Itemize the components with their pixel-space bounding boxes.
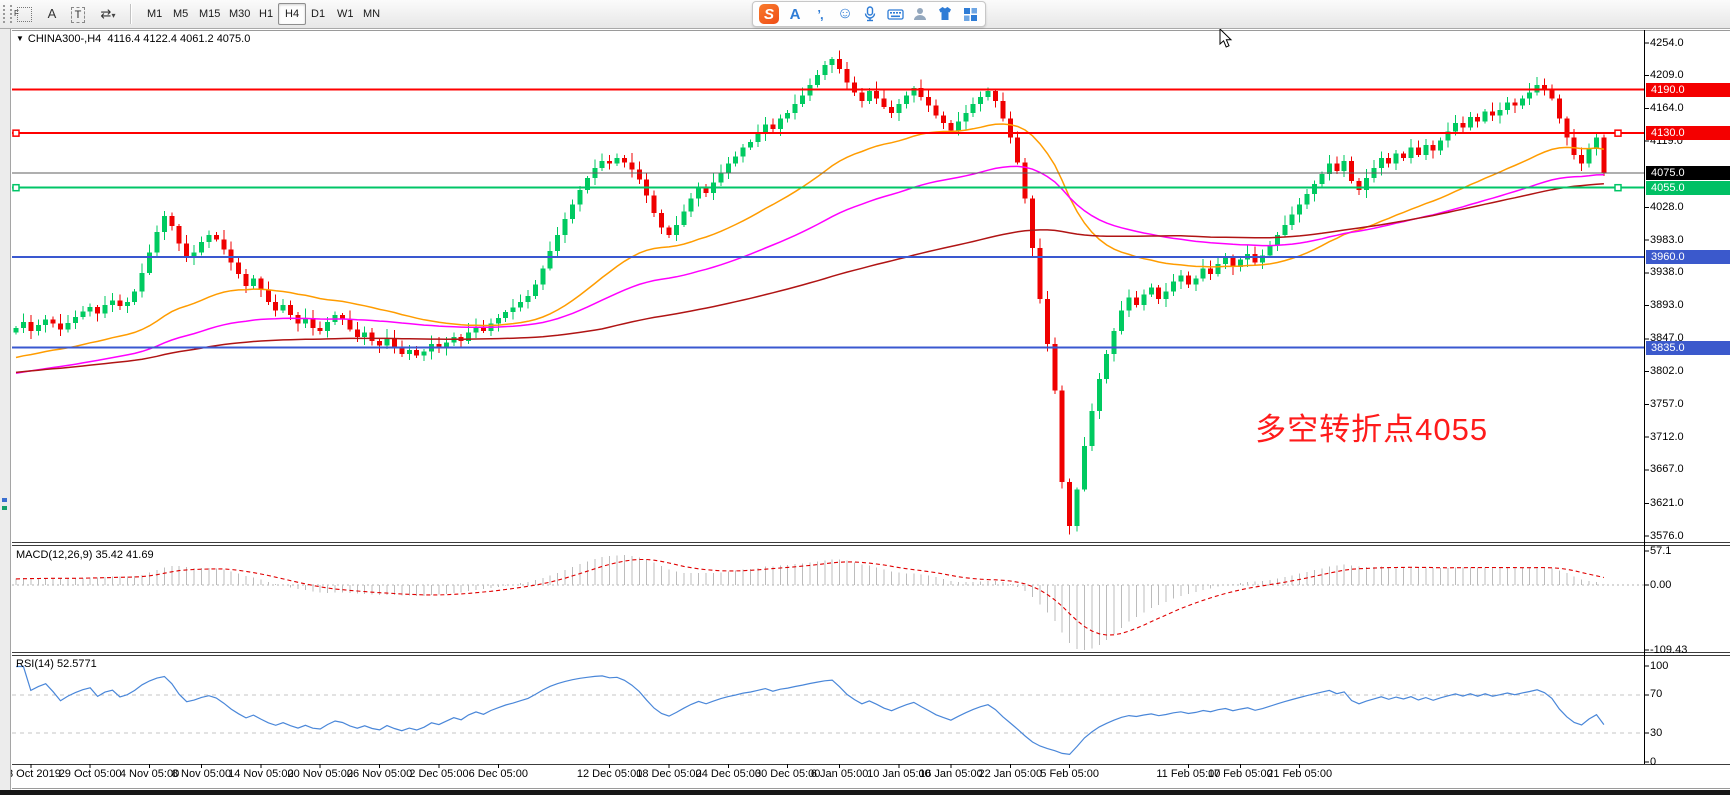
toolbar-drag-handle[interactable] (3, 5, 12, 23)
hline-handle-4130[interactable] (13, 130, 19, 136)
y-axis-label: 3983.0 (1650, 234, 1728, 247)
sogou-input-bar: S A ’, ☺ (752, 1, 986, 27)
macd-axis-label: 57.1 (1650, 545, 1728, 558)
timeframe-button-MN[interactable]: MN (356, 3, 387, 25)
minimized-window-marker[interactable] (2, 506, 7, 510)
skin-icon[interactable] (936, 5, 954, 23)
rsi-axis-label: 100 (1650, 660, 1728, 673)
emoji-icon[interactable]: ☺ (836, 5, 854, 23)
y-axis-label: 3802.0 (1650, 365, 1728, 378)
rsi-axis-label: 0 (1650, 756, 1728, 769)
chart-text-annotation[interactable]: 多空转折点4055 (1255, 404, 1488, 449)
chart-grid-icon[interactable]: F (12, 3, 36, 25)
y-axis-label: 3757.0 (1650, 398, 1728, 411)
macd-indicator-label: MACD(12,26,9) 35.42 41.69 (16, 549, 154, 561)
x-axis-label: 21 Feb 05:00 (1255, 768, 1345, 781)
rsi-axis-label: 70 (1650, 688, 1728, 701)
price-badge-4075: 4075.0 (1646, 166, 1730, 180)
keyboard-icon[interactable] (886, 5, 904, 23)
x-axis-label: 5 Feb 05:00 (1025, 768, 1115, 781)
apps-grid-icon[interactable] (961, 5, 979, 23)
timeframe-button-M1[interactable]: M1 (140, 3, 169, 25)
y-axis-label: 4028.0 (1650, 201, 1728, 214)
macd-axis-label: 0.00 (1650, 579, 1728, 592)
symbol-timeframe: CHINA300-,H4 (28, 33, 101, 45)
toolbar-separator (130, 4, 132, 24)
price-badge-4130: 4130.0 (1646, 126, 1730, 140)
macd-axis-label: -109.43 (1650, 644, 1728, 657)
font-icon[interactable]: A (40, 3, 64, 25)
y-axis-label: 3938.0 (1650, 266, 1728, 279)
y-axis-label: 3576.0 (1650, 530, 1728, 543)
microphone-icon[interactable] (861, 5, 879, 23)
mt4-terminal: F A T ⇄▾ M1M5M15M30H1H4D1W1MN S A ’, ☺ (0, 0, 1730, 795)
hline-handle-4055[interactable] (13, 185, 19, 191)
timeframe-button-H4[interactable]: H4 (278, 3, 306, 25)
rsi-axis-label: 30 (1650, 727, 1728, 740)
text-label-icon[interactable]: T (66, 3, 90, 25)
mouse-cursor-icon (1219, 29, 1233, 54)
price-badge-4055: 4055.0 (1646, 181, 1730, 195)
hline-handle-4055[interactable] (1615, 185, 1621, 191)
timeframe-button-D1[interactable]: D1 (304, 3, 332, 25)
chart-title: ▼ CHINA300-,H4 4116.4 4122.4 4061.2 4075.… (16, 33, 250, 45)
y-axis-label: 3621.0 (1650, 497, 1728, 510)
timeframe-button-H1[interactable]: H1 (252, 3, 280, 25)
ohlc-readout: 4116.4 4122.4 4061.2 4075.0 (107, 33, 250, 45)
price-badge-3835: 3835.0 (1646, 341, 1730, 355)
arrange-windows-icon[interactable]: ⇄▾ (92, 3, 124, 25)
y-axis-label: 3893.0 (1650, 299, 1728, 312)
y-axis-label: 4254.0 (1650, 37, 1728, 50)
y-axis-label: 3712.0 (1650, 431, 1728, 444)
sogou-logo[interactable]: S (759, 4, 779, 24)
price-badge-4190: 4190.0 (1646, 83, 1730, 97)
chart-canvas[interactable] (0, 0, 1730, 795)
symbol-dropdown-icon[interactable]: ▼ (16, 34, 24, 43)
y-axis-label: 3667.0 (1650, 463, 1728, 476)
y-axis-label: 4209.0 (1650, 69, 1728, 82)
hline-handle-4130[interactable] (1615, 130, 1621, 136)
timeframe-button-M5[interactable]: M5 (166, 3, 195, 25)
y-axis-label: 4164.0 (1650, 102, 1728, 115)
punctuation-icon[interactable]: ’, (811, 5, 829, 23)
font-a-icon[interactable]: A (786, 5, 804, 23)
top-toolbar: F A T ⇄▾ M1M5M15M30H1H4D1W1MN S A ’, ☺ (0, 0, 1730, 29)
account-icon[interactable] (911, 5, 929, 23)
x-axis-label: 6 Dec 05:00 (453, 768, 543, 781)
rsi-indicator-label: RSI(14) 52.5771 (16, 658, 97, 670)
taskbar-edge (0, 790, 1730, 795)
minimized-window-marker[interactable] (2, 498, 7, 502)
left-dock-strip (0, 28, 11, 790)
price-badge-3960: 3960.0 (1646, 250, 1730, 264)
